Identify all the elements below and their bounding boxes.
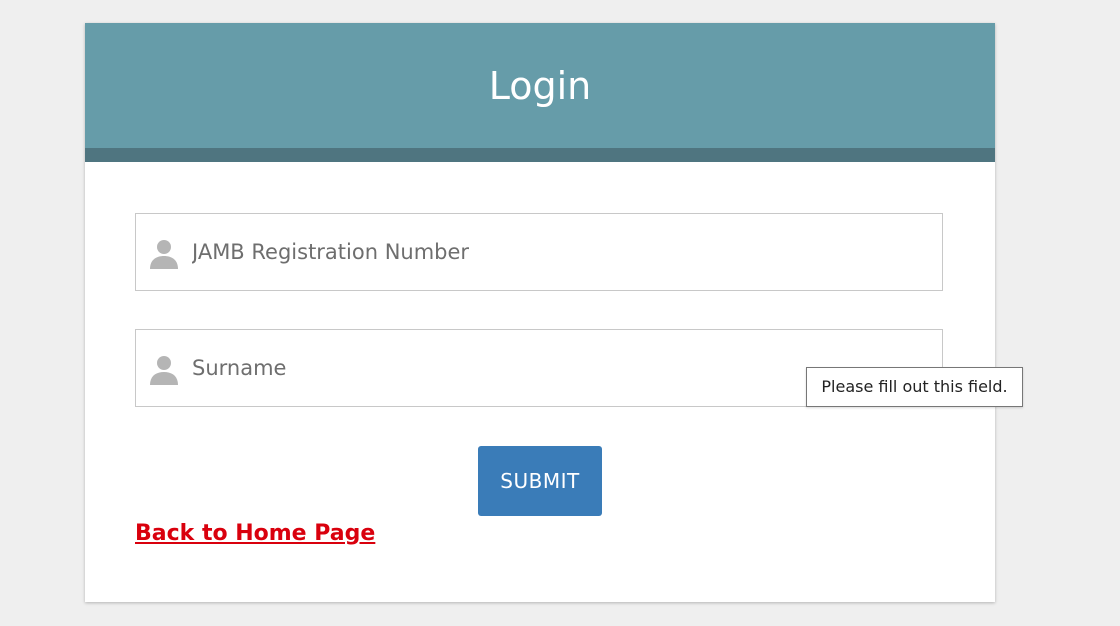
registration-number-input[interactable]: [192, 214, 932, 290]
user-icon: [150, 240, 178, 269]
header-divider: [85, 148, 995, 162]
user-icon: [150, 356, 178, 385]
validation-tooltip: Please fill out this field.: [806, 367, 1023, 407]
login-card: Login SUBMIT Back to Home Page: [85, 23, 995, 602]
registration-number-field[interactable]: [135, 213, 943, 291]
submit-button[interactable]: SUBMIT: [478, 446, 602, 516]
login-header: Login: [85, 23, 995, 148]
page-title: Login: [488, 64, 592, 108]
back-to-home-link[interactable]: Back to Home Page: [135, 519, 375, 549]
